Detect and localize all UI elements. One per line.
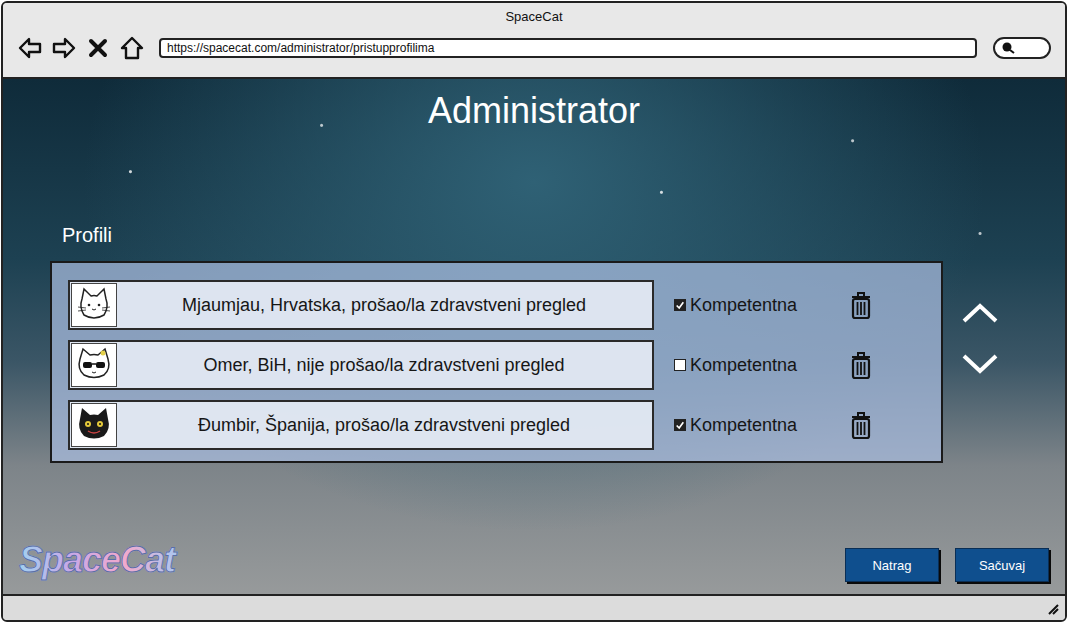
section-title: Profili — [62, 223, 1049, 247]
save-button[interactable]: Sačuvaj — [955, 548, 1049, 582]
profile-row: Omer, BiH, nije prošao/la zdravstveni pr… — [68, 340, 931, 390]
back-button[interactable]: Natrag — [845, 548, 939, 582]
page-title: Administrator — [428, 89, 640, 133]
page-footer: SpaceCat Natrag Sačuvaj — [15, 538, 1049, 582]
scroll-arrows — [961, 301, 999, 376]
delete-button[interactable] — [848, 290, 874, 320]
checkmark-icon — [675, 300, 685, 311]
back-icon[interactable] — [17, 35, 43, 61]
browser-toolbar: SpaceCat https://spacecat.com/administrat… — [3, 3, 1065, 79]
chevron-up-icon[interactable] — [961, 301, 999, 325]
profile-row: Mjaumjau, Hrvatska, prošao/la zdravstven… — [68, 280, 931, 330]
stop-icon[interactable] — [85, 35, 111, 61]
profiles-area: Mjaumjau, Hrvatska, prošao/la zdravstven… — [50, 261, 1049, 463]
profile-avatar — [71, 403, 117, 447]
profile-row: Đumbir, Španija, prošao/la zdravstveni p… — [68, 400, 931, 450]
competent-checkbox-group[interactable]: Kompetentna — [674, 295, 826, 316]
navigation-row: https://spacecat.com/administrator/prist… — [17, 35, 1051, 61]
forward-icon[interactable] — [51, 35, 77, 61]
spacecat-logo: SpaceCat — [15, 538, 179, 582]
trash-icon — [848, 410, 874, 440]
nav-buttons — [17, 35, 145, 61]
profile-text: Đumbir, Španija, prošao/la zdravstveni p… — [117, 411, 651, 440]
browser-window: SpaceCat https://spacecat.com/administrat… — [1, 1, 1067, 622]
profile-avatar — [71, 283, 117, 327]
competent-checkbox[interactable] — [674, 299, 686, 311]
profile-text: Omer, BiH, nije prošao/la zdravstveni pr… — [117, 351, 651, 380]
delete-button[interactable] — [848, 410, 874, 440]
competent-label: Kompetentna — [690, 355, 797, 376]
trash-icon — [848, 350, 874, 380]
page-content: Administrator Profili Mjaumjau, Hrvatska, … — [3, 79, 1065, 594]
competent-checkbox[interactable] — [674, 359, 686, 371]
address-bar[interactable]: https://spacecat.com/administrator/prist… — [159, 38, 977, 58]
competent-checkbox-group[interactable]: Kompetentna — [674, 415, 826, 436]
home-icon[interactable] — [119, 35, 145, 61]
competent-checkbox[interactable] — [674, 419, 686, 431]
delete-button[interactable] — [848, 350, 874, 380]
cat-avatar-icon — [74, 405, 114, 445]
trash-icon — [848, 290, 874, 320]
competent-label: Kompetentna — [690, 415, 797, 436]
profile-avatar — [71, 343, 117, 387]
profile-card[interactable]: Omer, BiH, nije prošao/la zdravstveni pr… — [68, 340, 654, 390]
resize-grip-icon[interactable] — [1045, 601, 1059, 615]
action-buttons: Natrag Sačuvaj — [845, 548, 1049, 582]
cat-avatar-icon — [74, 345, 114, 385]
profiles-panel: Mjaumjau, Hrvatska, prošao/la zdravstven… — [50, 261, 943, 463]
chevron-down-icon[interactable] — [961, 352, 999, 376]
cat-avatar-icon — [74, 285, 114, 325]
profile-card[interactable]: Mjaumjau, Hrvatska, prošao/la zdravstven… — [68, 280, 654, 330]
profile-text: Mjaumjau, Hrvatska, prošao/la zdravstven… — [117, 291, 651, 320]
profile-card[interactable]: Đumbir, Španija, prošao/la zdravstveni p… — [68, 400, 654, 450]
checkmark-icon — [675, 420, 685, 431]
window-title: SpaceCat — [17, 9, 1051, 25]
status-bar — [3, 594, 1065, 620]
search-field[interactable] — [993, 37, 1051, 59]
magnifier-icon — [1001, 41, 1015, 55]
competent-label: Kompetentna — [690, 295, 797, 316]
competent-checkbox-group[interactable]: Kompetentna — [674, 355, 826, 376]
